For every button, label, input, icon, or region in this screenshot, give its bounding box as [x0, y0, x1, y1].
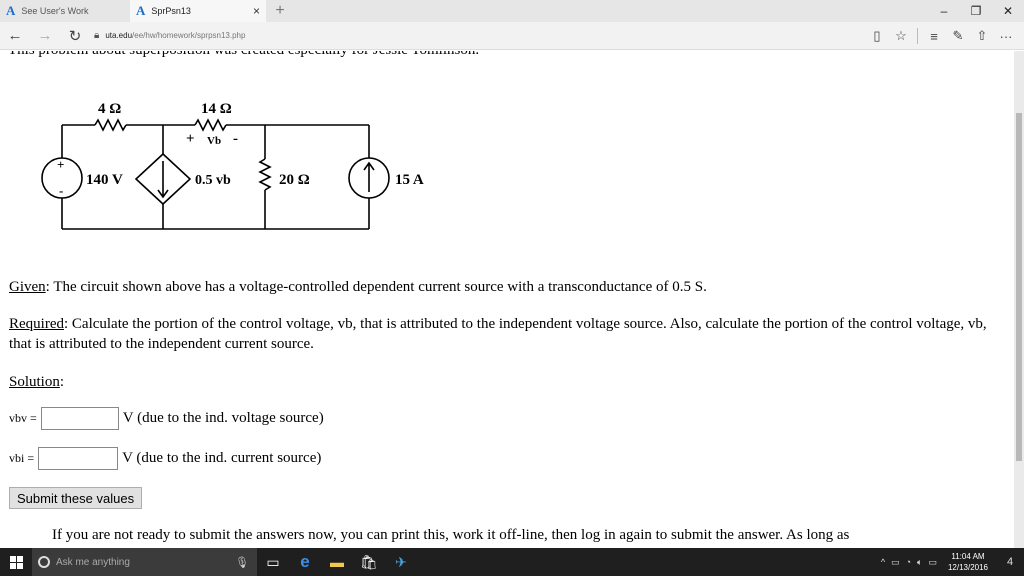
required-text: : Calculate the portion of the control v… — [9, 316, 987, 352]
current-source-arrow — [363, 161, 375, 192]
dependent-source-arrow — [157, 161, 169, 199]
forward-arrow-icon[interactable]: → — [30, 22, 60, 50]
tab-title: See User's Work — [21, 6, 89, 16]
solution-label: Solution — [9, 374, 60, 390]
vbv-suffix: V (due to the ind. voltage source) — [122, 410, 324, 426]
chevron-up-icon[interactable]: ^ — [878, 557, 888, 567]
label-vb-plus: + — [186, 131, 195, 147]
volume-icon[interactable]: 🔈︎ — [914, 557, 925, 568]
address-bar[interactable]: 🔒︎ uta.edu/ee/hw/homework/sprpsn13.php — [94, 22, 245, 50]
required-paragraph: Required: Calculate the portion of the c… — [9, 314, 999, 354]
search-placeholder: Ask me anything — [56, 556, 130, 568]
reading-view-icon[interactable]: ▯ — [865, 22, 889, 50]
refresh-icon[interactable]: ↻ — [60, 22, 90, 50]
label-source-minus: - — [59, 183, 63, 198]
label-dependent-source: 0.5 vb — [195, 173, 231, 188]
resistor-20-ohm — [258, 158, 272, 191]
windows-start-icon[interactable] — [0, 548, 32, 576]
lock-icon: 🔒︎ — [94, 30, 100, 41]
solution-heading: Solution: — [9, 374, 65, 390]
clock-time: 11:04 AM — [951, 552, 985, 561]
hub-icon[interactable]: ≡ — [922, 22, 946, 50]
label-r2: 14 Ω — [201, 101, 232, 117]
close-tab-icon[interactable]: × — [253, 4, 260, 18]
label-source-plus: + — [57, 157, 64, 172]
vbi-suffix: V (due to the ind. current source) — [122, 450, 322, 466]
toolbar-buttons: ▯ ☆ ≡ ✎ ⇧ ··· — [865, 22, 1018, 50]
window-controls: – ❐ ✕ — [928, 0, 1024, 22]
required-label: Required — [9, 316, 64, 332]
acrobat-logo-icon: A — [136, 3, 146, 18]
battery-icon[interactable]: ▭ — [888, 557, 903, 568]
store-icon[interactable]: 🛍︎ — [353, 548, 385, 576]
network-icon[interactable]: ◔ — [903, 557, 914, 567]
page-content: This problem about superposition was cre… — [0, 51, 1014, 548]
label-vb-minus: - — [233, 131, 238, 147]
more-icon[interactable]: ··· — [994, 22, 1018, 50]
restore-icon[interactable]: ❐ — [960, 0, 992, 22]
app-icon[interactable]: ✈︎ — [385, 548, 417, 576]
label-r3: 20 Ω — [279, 172, 310, 188]
resistor-14-ohm — [194, 118, 227, 132]
circuit-diagram: 4 Ω 14 Ω + Vb - + - 140 V 0.5 vb 20 Ω 15… — [41, 101, 424, 230]
clock[interactable]: 11:04 AM 12/13/2016 — [940, 551, 996, 573]
close-window-icon[interactable]: ✕ — [992, 0, 1024, 22]
vbv-label: vbv = — [9, 411, 37, 425]
clock-date: 12/13/2016 — [947, 563, 988, 572]
address-domain: uta.edu — [105, 31, 133, 40]
navigation-bar: ← → ↻ 🔒︎ uta.edu/ee/hw/homework/sprpsn13… — [0, 22, 1024, 50]
web-note-icon[interactable]: ✎ — [946, 22, 970, 50]
file-explorer-icon[interactable]: ▬ — [321, 548, 353, 576]
favorite-star-icon[interactable]: ☆ — [889, 22, 913, 50]
page-scrollbar[interactable] — [1014, 51, 1024, 548]
keyboard-icon[interactable]: ▭ — [925, 557, 940, 568]
microphone-icon[interactable]: 🎙︎ — [235, 556, 249, 569]
label-current-source: 15 A — [395, 172, 424, 188]
resistor-4-ohm — [94, 118, 127, 132]
tab-bar: A See User's Work A SprPsn13 × + – ❐ ✕ — [0, 0, 1024, 22]
tab-sprpsn13[interactable]: A SprPsn13 × — [130, 0, 266, 22]
task-view-icon[interactable]: ▭ — [257, 548, 289, 576]
tab-see-users-work[interactable]: A See User's Work — [0, 0, 130, 22]
system-tray: ^ ▭ ◔ 🔈︎ ▭ 11:04 AM 12/13/2016 4 — [878, 548, 1024, 576]
edge-browser-icon[interactable]: e — [289, 548, 321, 576]
vbv-input[interactable] — [40, 407, 119, 430]
vbi-label: vbi = — [9, 451, 35, 465]
cortana-icon — [38, 556, 50, 568]
footer-note: If you are not ready to submit the answe… — [52, 527, 850, 543]
label-r1: 4 Ω — [98, 101, 121, 117]
cortana-search-box[interactable]: Ask me anything 🎙︎ — [32, 548, 257, 576]
toolbar-divider — [917, 28, 918, 44]
given-text: : The circuit shown above has a voltage-… — [45, 279, 707, 295]
minimize-icon[interactable]: – — [928, 0, 960, 22]
submit-button[interactable]: Submit these values — [9, 487, 143, 509]
scrollbar-thumb[interactable] — [1016, 113, 1022, 461]
notification-count: 4 — [1006, 556, 1014, 568]
address-path: /ee/hw/homework/sprpsn13.php — [132, 31, 246, 40]
acrobat-logo-icon: A — [6, 3, 16, 18]
taskbar: Ask me anything 🎙︎ ▭ e ▬ 🛍︎ ✈︎ ^ ▭ ◔ 🔈︎ … — [0, 548, 1024, 576]
new-tab-button[interactable]: + — [266, 0, 294, 22]
label-vb: Vb — [207, 135, 221, 147]
back-arrow-icon[interactable]: ← — [0, 22, 30, 50]
answer-row-current: vbi = V (due to the ind. current source) — [9, 447, 321, 470]
label-voltage-source: 140 V — [86, 172, 123, 188]
tab-title: SprPsn13 — [151, 6, 191, 16]
given-label: Given — [9, 279, 46, 295]
share-icon[interactable]: ⇧ — [970, 22, 994, 50]
action-center-icon[interactable]: 4 — [996, 548, 1024, 576]
vbi-input[interactable] — [38, 447, 119, 470]
answer-row-voltage: vbv = V (due to the ind. voltage source) — [9, 407, 324, 430]
given-paragraph: Given: The circuit shown above has a vol… — [9, 277, 999, 297]
